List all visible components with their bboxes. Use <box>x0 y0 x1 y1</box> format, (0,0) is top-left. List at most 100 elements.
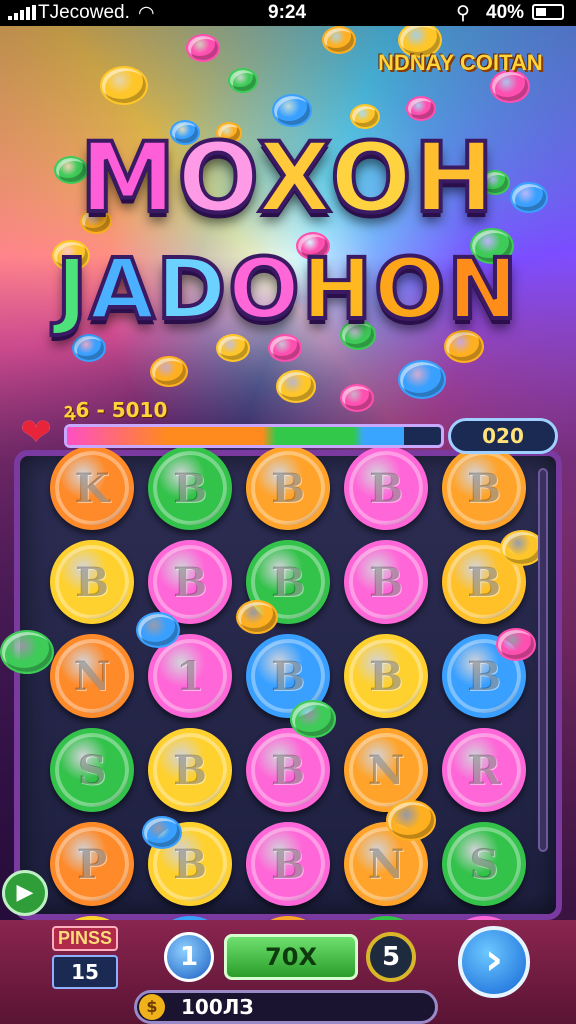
board-coin[interactable]: K <box>50 446 134 530</box>
floating-coin <box>216 334 250 362</box>
board-scrollbar[interactable] <box>538 468 548 852</box>
coin-letter: B <box>467 464 501 512</box>
clock: 9:24 <box>268 2 307 23</box>
board-coin[interactable]: B <box>148 446 232 530</box>
floating-coin <box>150 356 188 388</box>
coin-letter: 1 <box>176 652 204 700</box>
coin-letter: B <box>75 558 109 606</box>
floating-coin <box>276 370 316 403</box>
coin-letter: B <box>173 464 207 512</box>
game-title-line1: MOXOH <box>0 126 576 230</box>
board-coin[interactable]: B <box>246 822 330 906</box>
board-coin[interactable]: B <box>344 540 428 624</box>
coin-letter: B <box>369 464 403 512</box>
balance-value: 100ЛЗ <box>181 995 254 1019</box>
floating-coin <box>72 334 106 362</box>
battery-percent: 40% <box>486 2 525 23</box>
title-letter: X <box>256 122 331 234</box>
coin-letter: B <box>173 746 207 794</box>
coin-letter: B <box>271 558 305 606</box>
spins-value: 15 <box>52 955 118 989</box>
coin-letter: K <box>74 464 110 512</box>
next-arrow-icon: › <box>484 934 504 985</box>
floating-coin <box>340 384 374 412</box>
board-coin[interactable]: B <box>246 446 330 530</box>
heart-icon: ❤ <box>20 410 52 454</box>
board-coin[interactable]: R <box>442 728 526 812</box>
board-coin[interactable]: B <box>344 634 428 718</box>
title-letter: D <box>155 240 229 338</box>
floating-coin <box>228 68 258 93</box>
board-coin[interactable]: S <box>442 822 526 906</box>
carrier-name: TJecowed. <box>38 2 130 23</box>
title-letter: O <box>328 122 414 234</box>
board-coin[interactable]: B <box>344 446 428 530</box>
board-coin[interactable]: B <box>50 540 134 624</box>
coin-letter: N <box>367 840 405 888</box>
bet-right-value: 5 <box>381 942 401 972</box>
coin-letter: N <box>73 652 111 700</box>
floating-coin <box>100 66 148 106</box>
title-letter: H <box>300 240 374 338</box>
coin-letter: S <box>77 746 107 794</box>
coin-letter: B <box>467 558 501 606</box>
balance-bar: $ 100ЛЗ <box>134 990 438 1024</box>
bet-left-value: 1 <box>179 942 199 972</box>
coin-letter: P <box>76 840 108 888</box>
floating-coin <box>268 334 302 362</box>
status-bar: TJecowed. ◠ 9:24 ⚲ 40% <box>0 0 576 26</box>
game-subtitle: NDNAY COITAN <box>378 50 543 75</box>
spins-label: PINSS <box>52 926 118 951</box>
coin-letter: B <box>173 840 207 888</box>
coin-board[interactable]: KBBBBBBBBBN1BBBSBBNRPBBNSKBNPY <box>14 446 562 1000</box>
floating-coin <box>398 360 446 400</box>
title-letter: O <box>175 122 258 234</box>
level-label: ꝝ6 - 5010 <box>64 398 168 422</box>
floating-coin <box>386 800 436 841</box>
coin-letter: N <box>367 746 405 794</box>
board-coin[interactable]: S <box>50 728 134 812</box>
play-button[interactable]: ▶ <box>2 870 48 916</box>
coin-letter: B <box>271 746 305 794</box>
coin-letter: B <box>369 652 403 700</box>
play-icon: ▶ <box>16 880 34 905</box>
bet-decrease-button[interactable]: 1 <box>164 932 214 982</box>
coin-letter: B <box>467 652 501 700</box>
board-coin[interactable]: N <box>50 634 134 718</box>
floating-coin <box>290 700 336 738</box>
floating-coin <box>322 26 356 54</box>
progress-bar <box>64 424 444 448</box>
board-coin[interactable]: B <box>246 728 330 812</box>
coin-letter: B <box>173 558 207 606</box>
floating-coin <box>406 96 436 121</box>
coin-letter: B <box>271 840 305 888</box>
title-letter: H <box>412 122 497 234</box>
progress-fill <box>67 427 404 445</box>
coin-letter: S <box>469 840 499 888</box>
score-display: 020 <box>448 418 558 454</box>
spins-counter: PINSS 15 <box>52 926 118 990</box>
title-letter: O <box>372 240 448 338</box>
next-button[interactable]: › <box>458 926 530 998</box>
floating-coin <box>136 612 180 648</box>
battery-icon <box>532 4 564 20</box>
coin-letter: B <box>369 558 403 606</box>
board-coin[interactable]: B <box>442 446 526 530</box>
title-letter: O <box>226 240 302 338</box>
floating-coin <box>0 630 54 674</box>
bet-increase-button[interactable]: 5 <box>366 932 416 982</box>
coin-letter: B <box>271 652 305 700</box>
floating-coin <box>186 34 220 62</box>
coin-icon: $ <box>139 994 165 1020</box>
floating-coin <box>496 628 536 661</box>
board-coin[interactable]: P <box>50 822 134 906</box>
wifi-icon: ◠ <box>138 3 155 24</box>
floating-coin <box>142 816 182 849</box>
coin-letter: B <box>271 464 305 512</box>
signal-icon <box>8 5 36 20</box>
title-letter: M <box>78 122 178 234</box>
coin-letter: R <box>467 746 501 794</box>
board-coin[interactable]: B <box>148 728 232 812</box>
alarm-icon: ⚲ <box>456 3 470 24</box>
multiplier-button[interactable]: 70X <box>224 934 358 980</box>
